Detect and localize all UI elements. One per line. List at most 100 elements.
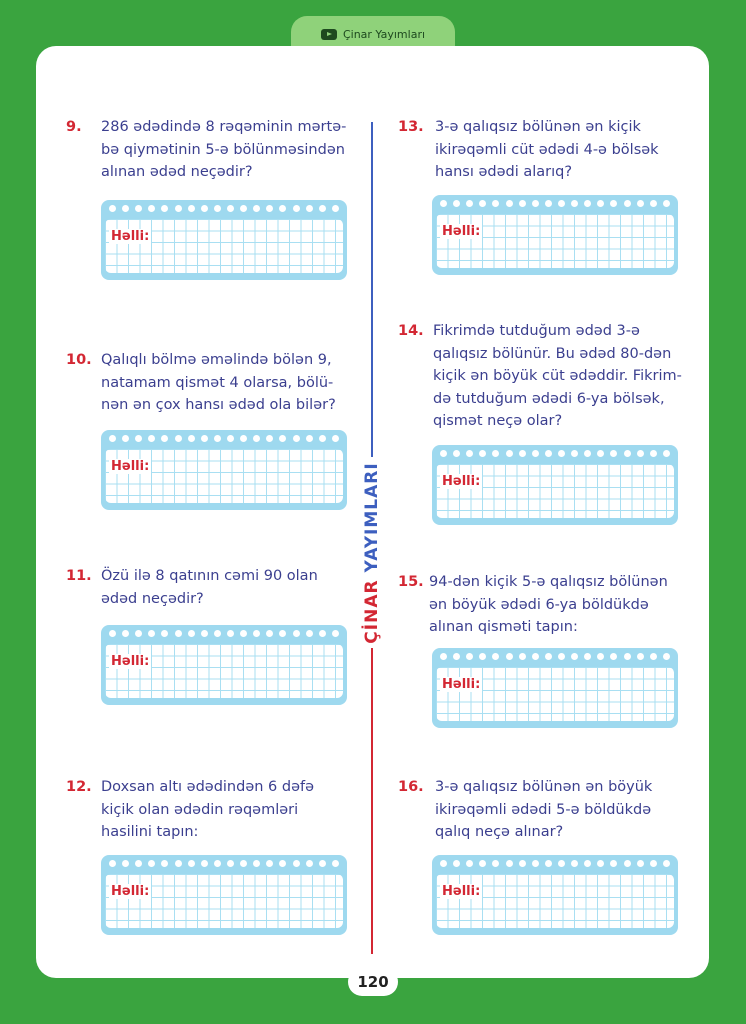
spiral-hole [571, 450, 579, 457]
spiral-hole [571, 200, 579, 207]
spiral-hole [200, 435, 208, 442]
question-text: Fikrimdə tutduğum ədəd 3-ə qalıqsız bölü… [433, 323, 682, 429]
spiral-hole [266, 205, 274, 212]
question-12: 12. Doxsan altı ədədindən 6 dəfə kiçik o… [66, 776, 314, 844]
spiral-hole [305, 205, 313, 212]
spiral-hole [122, 205, 130, 212]
spiral-hole [492, 860, 500, 867]
answer-box-14[interactable]: Həlli: [432, 445, 678, 525]
spiral-hole [610, 450, 618, 457]
question-number: 9. [66, 119, 82, 135]
spiral-hole [623, 200, 631, 207]
spiral-hole [649, 860, 657, 867]
page-number: 120 [348, 968, 398, 996]
spiral-hole [453, 200, 461, 207]
solution-label: Həlli: [440, 677, 483, 692]
spiral-hole [440, 200, 447, 207]
spiral-hole [213, 860, 221, 867]
answer-box-13[interactable]: Həlli: [432, 195, 678, 275]
spiral-hole [109, 205, 116, 212]
solution-label: Həlli: [440, 224, 483, 239]
spiral-hole [279, 630, 287, 637]
spiral-hole [597, 653, 605, 660]
spiral-hole [557, 450, 565, 457]
answer-box-9[interactable]: Həlli: [101, 200, 347, 280]
answer-box-15[interactable]: Həlli: [432, 648, 678, 728]
spiral-hole [266, 435, 274, 442]
spiral-hole [240, 205, 248, 212]
solution-label: Həlli: [440, 884, 483, 899]
page-number-text: 120 [357, 973, 389, 991]
spiral-hole [161, 435, 169, 442]
answer-box-10[interactable]: Həlli: [101, 430, 347, 510]
spiral-hole [292, 205, 300, 212]
spiral-hole [518, 450, 526, 457]
spiral-hole [148, 630, 156, 637]
vertical-brand: ÇİNAR YAYIMLARI [348, 458, 396, 648]
spiral-hole [187, 205, 195, 212]
spiral-hole [331, 860, 339, 867]
spiral-hole [200, 860, 208, 867]
spiral-hole [226, 205, 234, 212]
spiral-hole [240, 860, 248, 867]
spiral-hole [649, 653, 657, 660]
spiral-hole [531, 653, 539, 660]
spiral-hole [544, 653, 552, 660]
spiral-hole [213, 630, 221, 637]
spiral-hole [636, 653, 644, 660]
question-text: 3-ə qalıqsız bölünən ən kiçik ikirəqəmli… [435, 119, 659, 180]
spiral-hole [544, 450, 552, 457]
question-text: 286 ədədində 8 rəqəminin mərtə- bə qiymə… [101, 119, 347, 180]
question-text: Doxsan altı ədədindən 6 dəfə kiçik olan … [101, 779, 315, 840]
spiral-hole [557, 200, 565, 207]
spiral-hole [305, 860, 313, 867]
spiral-hole [279, 435, 287, 442]
solution-label: Həlli: [109, 884, 152, 899]
spiral-hole [453, 450, 461, 457]
spiral-hole [610, 200, 618, 207]
spiral-hole [571, 653, 579, 660]
spiral-hole [544, 860, 552, 867]
spiral-hole [518, 860, 526, 867]
spiral-hole [623, 450, 631, 457]
spiral-hole [253, 630, 261, 637]
spiral-hole [557, 653, 565, 660]
spiral-hole [240, 630, 248, 637]
question-15: 15. 94-dən kiçik 5-ə qalıqsız bölünən ən… [398, 571, 668, 639]
spiral-hole [226, 860, 234, 867]
spiral-hole [571, 860, 579, 867]
answer-box-12[interactable]: Həlli: [101, 855, 347, 935]
spiral-hole [492, 450, 500, 457]
spiral-hole [318, 205, 326, 212]
spiral-hole [200, 630, 208, 637]
spiral-hole [492, 653, 500, 660]
spiral-hole [479, 200, 487, 207]
spiral-hole [505, 450, 513, 457]
page: Çinar Yayımları ÇİNAR YAYIMLARI 9. 286 ə… [0, 0, 746, 1024]
spiral-hole [636, 450, 644, 457]
spiral-hole [466, 860, 474, 867]
spiral-hole [531, 200, 539, 207]
spiral-hole [187, 860, 195, 867]
spiral-hole [148, 435, 156, 442]
spiral-hole [253, 435, 261, 442]
answer-box-16[interactable]: Həlli: [432, 855, 678, 935]
answer-box-11[interactable]: Həlli: [101, 625, 347, 705]
spiral-hole [253, 860, 261, 867]
spiral-hole [597, 860, 605, 867]
spiral-hole [636, 200, 644, 207]
brand-part-1: ÇİNAR [362, 579, 382, 644]
spiral-hole [305, 435, 313, 442]
column-divider-top [371, 122, 373, 457]
spiral-hole [531, 860, 539, 867]
spiral-hole [174, 435, 182, 442]
spiral-hole [453, 860, 461, 867]
spiral-hole [174, 205, 182, 212]
spiral-hole [122, 435, 130, 442]
spiral-hole [597, 200, 605, 207]
question-text: Özü ilə 8 qatının cəmi 90 olan ədəd neçə… [101, 568, 318, 607]
spiral-hole [109, 630, 116, 637]
spiral-hole [623, 653, 631, 660]
question-number: 16. [398, 779, 424, 795]
spiral-hole [122, 630, 130, 637]
